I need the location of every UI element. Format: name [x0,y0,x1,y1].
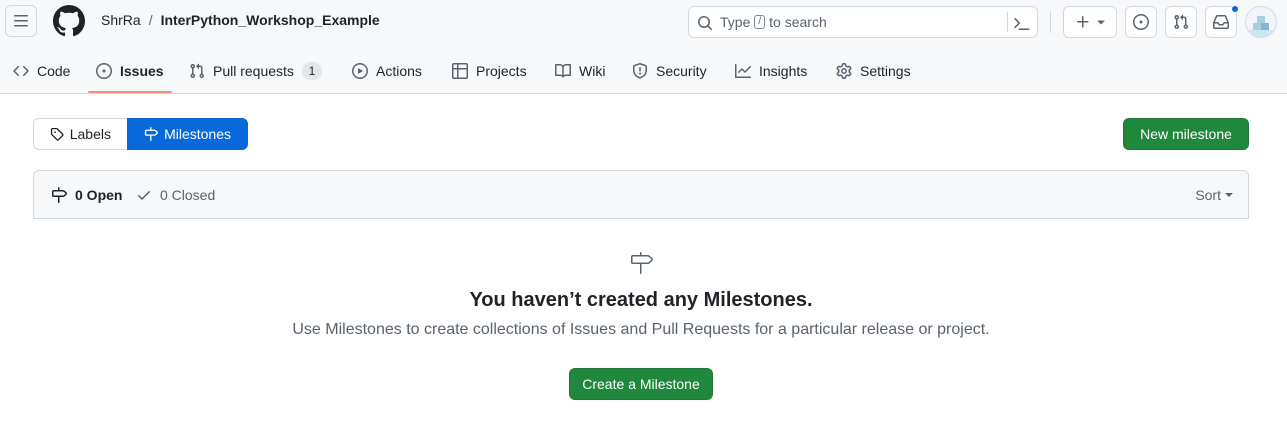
breadcrumb-repo-link[interactable]: InterPython_Workshop_Example [161,12,380,28]
search-placeholder: Type / to search [720,14,827,30]
search-icon [698,16,713,31]
repository-navigation: Code Issues Pull requests 1 Actions Proj… [0,48,1287,94]
create-milestone-button[interactable]: Create a Milestone [569,368,713,400]
milestone-icon [144,126,159,142]
play-icon [352,63,368,79]
tab-wiki[interactable]: Wiki [555,48,605,94]
header-divider [1050,11,1051,33]
search-divider [1007,12,1008,32]
breadcrumb: ShrRa / InterPython_Workshop_Example [101,12,380,28]
your-pull-requests-button[interactable] [1165,6,1197,38]
tab-projects-label: Projects [476,63,527,79]
git-pull-request-icon [1174,14,1189,30]
tab-settings[interactable]: Settings [836,48,911,94]
search-shortcut-key: / [754,15,766,29]
closed-count-label: 0 Closed [160,186,216,203]
issue-opened-icon [96,63,112,79]
create-new-button[interactable] [1063,6,1117,38]
new-milestone-button[interactable]: New milestone [1123,118,1249,150]
git-pull-request-icon [190,63,205,79]
milestones-button-label: Milestones [164,126,231,142]
tab-actions[interactable]: Actions [352,48,422,94]
tab-pull-requests-label: Pull requests [213,63,294,79]
table-icon [452,63,468,79]
search-placeholder-prefix: Type [720,14,751,30]
inbox-icon [1213,14,1229,29]
blankslate-title: You haven’t created any Milestones. [469,289,813,311]
tab-issues[interactable]: Issues [96,48,164,94]
search-input[interactable]: Type / to search [688,6,1038,38]
check-icon [138,190,150,200]
milestone-icon [631,252,653,274]
labels-button-label: Labels [69,126,111,142]
graph-icon [735,64,751,78]
book-icon [555,63,571,78]
open-count-label: 0 Open [75,186,123,203]
pull-requests-counter: 1 [301,62,322,80]
tab-issues-label: Issues [120,63,164,79]
tab-security[interactable]: Security [632,48,707,94]
active-tab-indicator [88,91,172,93]
open-milestones-filter[interactable]: 0 Open [51,171,122,218]
github-logo-icon[interactable] [53,5,85,37]
milestone-icon [52,186,67,203]
tab-code-label: Code [37,63,71,79]
tab-pull-requests[interactable]: Pull requests 1 [189,48,322,94]
tab-wiki-label: Wiki [579,63,606,79]
menu-button[interactable] [5,5,37,37]
tab-actions-label: Actions [376,63,422,79]
chevron-down-icon [1097,20,1105,25]
command-palette-icon[interactable] [1014,15,1030,31]
avatar[interactable] [1245,6,1277,38]
sort-label: Sort [1195,186,1221,203]
closed-milestones-filter[interactable]: 0 Closed [136,171,215,218]
code-icon [13,65,29,77]
tab-insights[interactable]: Insights [735,48,807,94]
labels-button[interactable]: Labels [33,118,127,150]
tab-security-label: Security [656,63,707,79]
search-placeholder-suffix: to search [769,14,827,30]
breadcrumb-separator: / [148,12,153,28]
breadcrumb-owner-link[interactable]: ShrRa [101,12,141,28]
milestones-button[interactable]: Milestones [127,118,248,150]
tab-insights-label: Insights [759,63,808,79]
issue-opened-icon [1133,14,1149,30]
notification-indicator [1231,5,1239,13]
shield-icon [633,63,647,79]
your-issues-button[interactable] [1125,6,1157,38]
menu-icon [14,15,28,27]
gear-icon [836,63,852,79]
milestones-list-header: 0 Open 0 Closed Sort [33,170,1249,219]
labels-milestones-toggle: Labels Milestones [33,118,248,150]
tab-projects[interactable]: Projects [452,48,527,94]
tab-settings-label: Settings [860,63,911,79]
blankslate-description: Use Milestones to create collections of … [292,321,990,338]
plus-icon [1077,16,1089,28]
tag-icon [50,127,64,141]
chevron-down-icon [1225,192,1233,197]
tab-code[interactable]: Code [13,48,70,94]
sort-dropdown[interactable]: Sort [1195,171,1233,218]
